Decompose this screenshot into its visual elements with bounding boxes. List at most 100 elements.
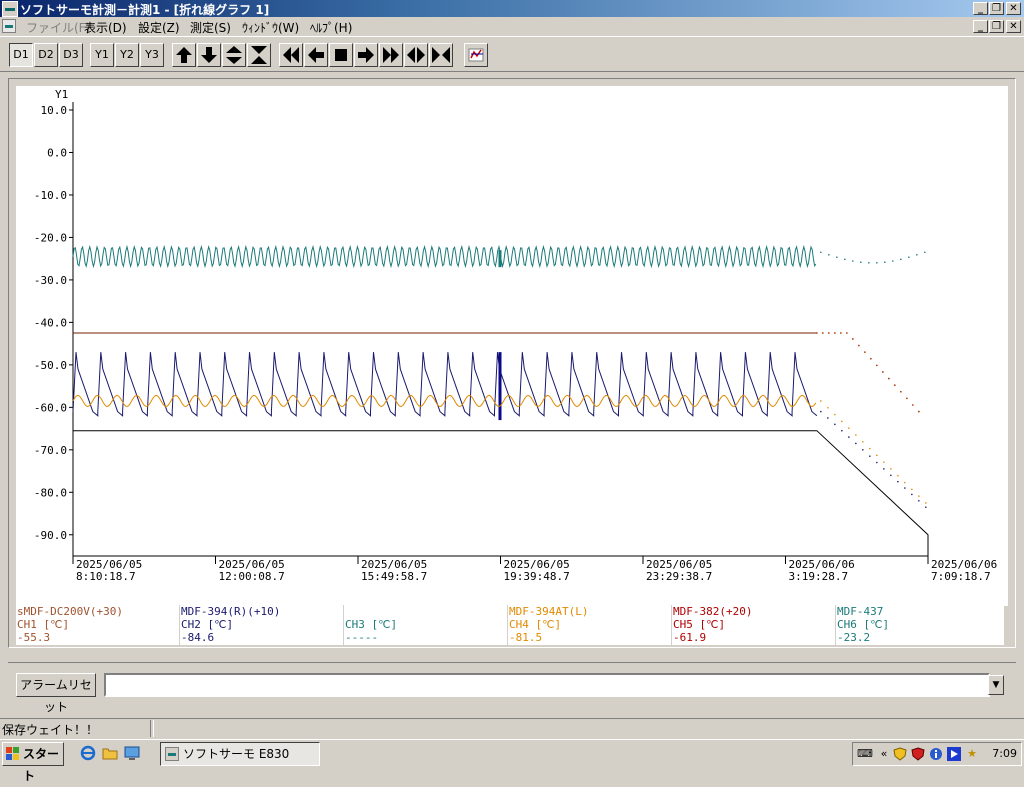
series-ch2-tail-15: [925, 506, 927, 508]
minimize-button[interactable]: _: [973, 2, 988, 15]
folder-icon[interactable]: [102, 745, 118, 761]
start-label: スタート: [23, 747, 60, 783]
graph-settings-icon: [468, 48, 484, 62]
y-tick-label-0: 10.0: [41, 104, 68, 117]
shrink-vertical-icon: [251, 46, 267, 64]
fast-rewind-button[interactable]: [279, 43, 303, 67]
series-ch2-tail-0: [820, 410, 822, 413]
legend-ch6[interactable]: MDF-437 CH6 [℃] -23.2: [836, 605, 1000, 645]
alarm-dropdown-button[interactable]: ▼: [988, 675, 1004, 695]
series-ch4-tail-0: [820, 400, 822, 402]
fast-forward-icon: [383, 47, 399, 63]
taskbar-task-label: ソフトサーモ E830: [183, 747, 290, 761]
legend-ch1[interactable]: sMDF-DC200V(+30) CH1 [℃] -55.3: [16, 605, 180, 645]
series-ch2-tail-12: [904, 487, 906, 489]
child-minimize-button[interactable]: _: [973, 20, 988, 33]
menu-measure[interactable]: 測定(S): [190, 19, 231, 36]
series-ch1-tail-13: [893, 384, 896, 387]
x-tick-time-3: 19:39:48.7: [504, 570, 570, 583]
antivirus-shield-icon[interactable]: [911, 747, 925, 761]
series-ch2-tail-3: [841, 429, 843, 432]
series-ch1-tail-4: [839, 332, 842, 334]
series-ch6-tail-9: [892, 260, 894, 262]
d1-button[interactable]: D1: [9, 43, 33, 67]
start-button[interactable]: スタート: [2, 742, 64, 783]
expand-horizontal-button[interactable]: [404, 43, 428, 67]
arrow-up-button[interactable]: [172, 43, 196, 67]
toolbar: D1 D2 D3 Y1 Y2 Y3: [0, 36, 1024, 72]
close-button[interactable]: ✕: [1006, 2, 1021, 15]
y2-button[interactable]: Y2: [115, 43, 139, 67]
star-icon[interactable]: ★: [965, 747, 979, 761]
child-restore-button[interactable]: ❐: [989, 20, 1004, 33]
menu-help[interactable]: ﾍﾙﾌﾟ(H): [310, 19, 352, 36]
series-ch1-tail-17: [917, 410, 920, 413]
document-icon[interactable]: [2, 19, 16, 33]
step-back-button[interactable]: [304, 43, 328, 67]
graph-settings-button[interactable]: [464, 43, 488, 67]
series-ch1-tail-11: [881, 371, 884, 373]
series-ch1-tail-3: [833, 332, 836, 334]
legend-ch5-name: MDF-382(+20): [673, 605, 753, 618]
security-shield-icon[interactable]: [893, 747, 907, 761]
series-ch6-tail-11: [908, 256, 910, 259]
media-play-icon[interactable]: [947, 747, 961, 761]
legend-ch4[interactable]: MDF-394AT(L) CH4 [℃] -81.5: [508, 605, 672, 645]
d2-button[interactable]: D2: [34, 43, 58, 67]
app-icon[interactable]: [2, 1, 18, 17]
step-forward-icon: [358, 47, 374, 63]
series-ch6-tail-5: [860, 261, 862, 264]
status-text: 保存ウェイト！！: [2, 723, 99, 737]
softthermo-app-icon: [165, 747, 179, 761]
legend-ch4-channel: CH4 [℃]: [509, 618, 562, 631]
legend-ch3[interactable]: CH3 [℃] -----: [344, 605, 508, 645]
series-ch6-tail-1: [828, 254, 830, 256]
d3-button[interactable]: D3: [59, 43, 83, 67]
series-ch4-tail-3: [841, 420, 843, 423]
internet-explorer-icon[interactable]: [80, 745, 96, 761]
arrow-down-button[interactable]: [197, 43, 221, 67]
menu-settings[interactable]: 設定(Z): [138, 19, 180, 36]
menu-file[interactable]: ファイル(F): [26, 19, 90, 36]
x-tick-time-4: 23:29:38.7: [646, 570, 712, 583]
shrink-horizontal-button[interactable]: [429, 43, 453, 67]
series-ch2-tail-14: [918, 499, 920, 502]
menu-view[interactable]: 表示(D): [84, 19, 127, 36]
y-tick-label-5: -40.0: [34, 316, 67, 329]
taskbar-softthermo-button[interactable]: ソフトサーモ E830: [160, 742, 320, 766]
expand-vertical-button[interactable]: [222, 43, 246, 67]
channel-legend: sMDF-DC200V(+30) CH1 [℃] -55.3 MDF-394(R…: [16, 605, 1004, 645]
series-ch1-tail-8: [863, 351, 866, 354]
x-tick-time-1: 12:00:08.7: [219, 570, 285, 583]
legend-ch2[interactable]: MDF-394(R)(+10) CH2 [℃] -84.6: [180, 605, 344, 645]
x-tick-time-2: 15:49:58.7: [361, 570, 427, 583]
show-desktop-icon[interactable]: [124, 745, 140, 761]
y3-button[interactable]: Y3: [140, 43, 164, 67]
series-ch6-tail-13: [924, 251, 926, 254]
series-ch4-tail-10: [890, 468, 892, 470]
keyboard-icon[interactable]: ⌨: [857, 747, 873, 761]
series-ch4-tail-5: [855, 434, 857, 436]
series-ch4-tail-1: [827, 406, 829, 409]
alarm-reset-button[interactable]: アラームリセット: [16, 673, 96, 714]
fast-forward-button[interactable]: [379, 43, 403, 67]
series-ch1-tail-15: [905, 397, 908, 400]
shrink-vertical-button[interactable]: [247, 43, 271, 67]
tray-expand-icon[interactable]: «: [877, 747, 891, 761]
step-forward-button[interactable]: [354, 43, 378, 67]
legend-ch5[interactable]: MDF-382(+20) CH5 [℃] -61.9: [672, 605, 836, 645]
info-icon[interactable]: [929, 747, 943, 761]
alarm-message-combobox[interactable]: [104, 673, 990, 697]
series-ch6-line: [72, 244, 817, 269]
system-tray: ⌨ « ★ 7:09: [852, 742, 1022, 766]
y-tick-label-3: -20.0: [34, 231, 67, 244]
line-graph[interactable]: Y1 10.0 0.0 -10.0 -20.0 -30.0 -40.0 -50.0 -60.0 -…: [16, 86, 1008, 606]
stop-button[interactable]: [329, 43, 353, 67]
maximize-button[interactable]: ❐: [989, 2, 1004, 15]
y1-button[interactable]: Y1: [90, 43, 114, 67]
menu-window[interactable]: ｳｨﾝﾄﾞｳ(W): [242, 19, 299, 36]
shrink-horizontal-icon: [432, 47, 450, 63]
series-ch6-tail-4: [852, 260, 854, 262]
step-back-icon: [308, 47, 324, 63]
child-close-button[interactable]: ✕: [1006, 20, 1021, 33]
